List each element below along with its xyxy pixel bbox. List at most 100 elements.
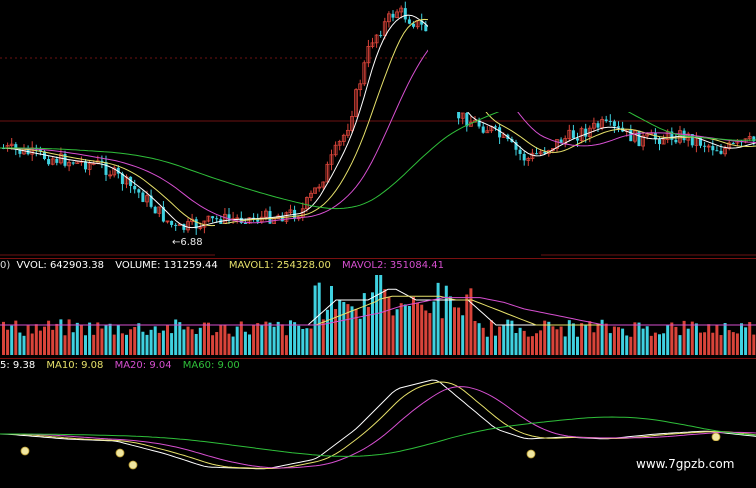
candle-body [47,159,51,165]
volume-bar [108,323,112,355]
candle-body [170,220,174,225]
volume-bar [227,333,231,355]
legend-mavol1: MAVOL1: 254328.00 [228,260,331,271]
volume-bar [100,328,104,355]
volume-chart[interactable] [0,259,756,359]
volume-bar [666,324,670,355]
volume-bar [137,323,141,355]
volume-bar [612,326,616,355]
candle-body [412,23,415,27]
volume-bar [145,334,149,355]
volume-bar [280,324,284,355]
volume-bar [420,304,424,355]
money-bag-icon [711,432,721,442]
volume-bar [38,330,42,355]
volume-bar [276,321,280,355]
volume-bar [202,322,206,355]
volume-bar [686,328,690,355]
legend-vvol: VVOL: 642903.38 [16,260,105,271]
volume-bar [424,310,428,355]
candlestick-chart-pane[interactable]: ←6.88 [0,0,756,258]
candle-body [596,123,600,128]
volume-bar [399,303,403,355]
low-price-marker: ←6.88 [172,237,203,248]
candle-body [407,19,411,24]
volume-bar [301,328,305,355]
candle-body [612,121,616,127]
volume-bar [194,333,198,355]
volume-bar [297,325,301,355]
volume-bar [694,323,698,355]
volume-bar [588,321,592,355]
volume-bar [727,330,731,355]
volume-bar [350,306,354,355]
volume-bar [448,296,452,355]
volume-bar [477,323,481,355]
candle-body [55,158,59,163]
volume-bar [325,309,329,355]
volume-bar [444,285,448,355]
volume-bar [740,323,743,355]
volume-bar [469,288,473,355]
volume-bar [576,336,579,355]
candle-body [379,35,383,37]
ma60-line [0,94,756,210]
volume-bar [305,328,309,355]
volume-bar [75,322,79,355]
volume-bar [543,320,547,355]
volume-bar [186,326,190,355]
money-bag-icon [526,449,536,459]
candle-body [403,8,407,20]
volume-bar [366,306,370,355]
volume-bar [416,302,420,355]
volume-legend: 0) VVOL: 642903.38 VOLUME: 131259.44 MAV… [0,260,452,271]
volume-bar [6,329,10,355]
volume-bar [723,323,727,355]
moving-average-pane[interactable]: 5: 9.38 MA10: 9.08 MA20: 9.04 MA60: 9.00… [0,358,756,488]
volume-bar [219,325,223,355]
volume-pane[interactable]: 0) VVOL: 642903.38 VOLUME: 131259.44 MAV… [0,258,756,359]
legend-ma20: MA20: 9.04 [114,360,172,371]
volume-bar [711,332,715,355]
volume-bar [465,294,469,355]
volume-bar [530,336,534,355]
volume-bar [453,307,456,355]
volume-bar [391,315,395,355]
volume-bar [47,320,51,355]
volume-bar [260,324,264,355]
volume-bar [584,324,588,355]
volume-bar [330,285,333,355]
volume-bar [338,300,342,355]
volume-bar [166,325,169,355]
volume-bar [457,307,461,355]
volume-bar [362,293,366,355]
volume-bar [608,333,612,355]
candle-body [719,150,723,154]
candle-body [584,128,588,137]
redaction-box [215,224,541,258]
volume-bar [157,332,161,355]
volume-bar [235,326,239,355]
volume-bar [129,329,133,355]
volume-bar [284,335,288,355]
volume-bar [96,322,100,355]
volume-bar [498,326,502,355]
volume-bar [629,336,633,355]
volume-bar [535,333,538,355]
volume-bar [645,326,649,355]
candle-body [617,126,620,128]
volume-bar [26,325,30,355]
volume-bar [161,330,165,355]
volume-bar [514,333,518,355]
volume-bar [22,335,26,355]
candle-body [71,162,75,164]
volume-bar [440,318,444,355]
volume-bar [268,322,272,355]
volume-bar [596,323,600,355]
volume-bar [153,326,157,355]
candle-body [571,130,575,139]
volume-bar [510,320,514,355]
volume-bar [703,332,707,355]
volume-bar [690,321,694,355]
volume-bar [207,322,210,355]
